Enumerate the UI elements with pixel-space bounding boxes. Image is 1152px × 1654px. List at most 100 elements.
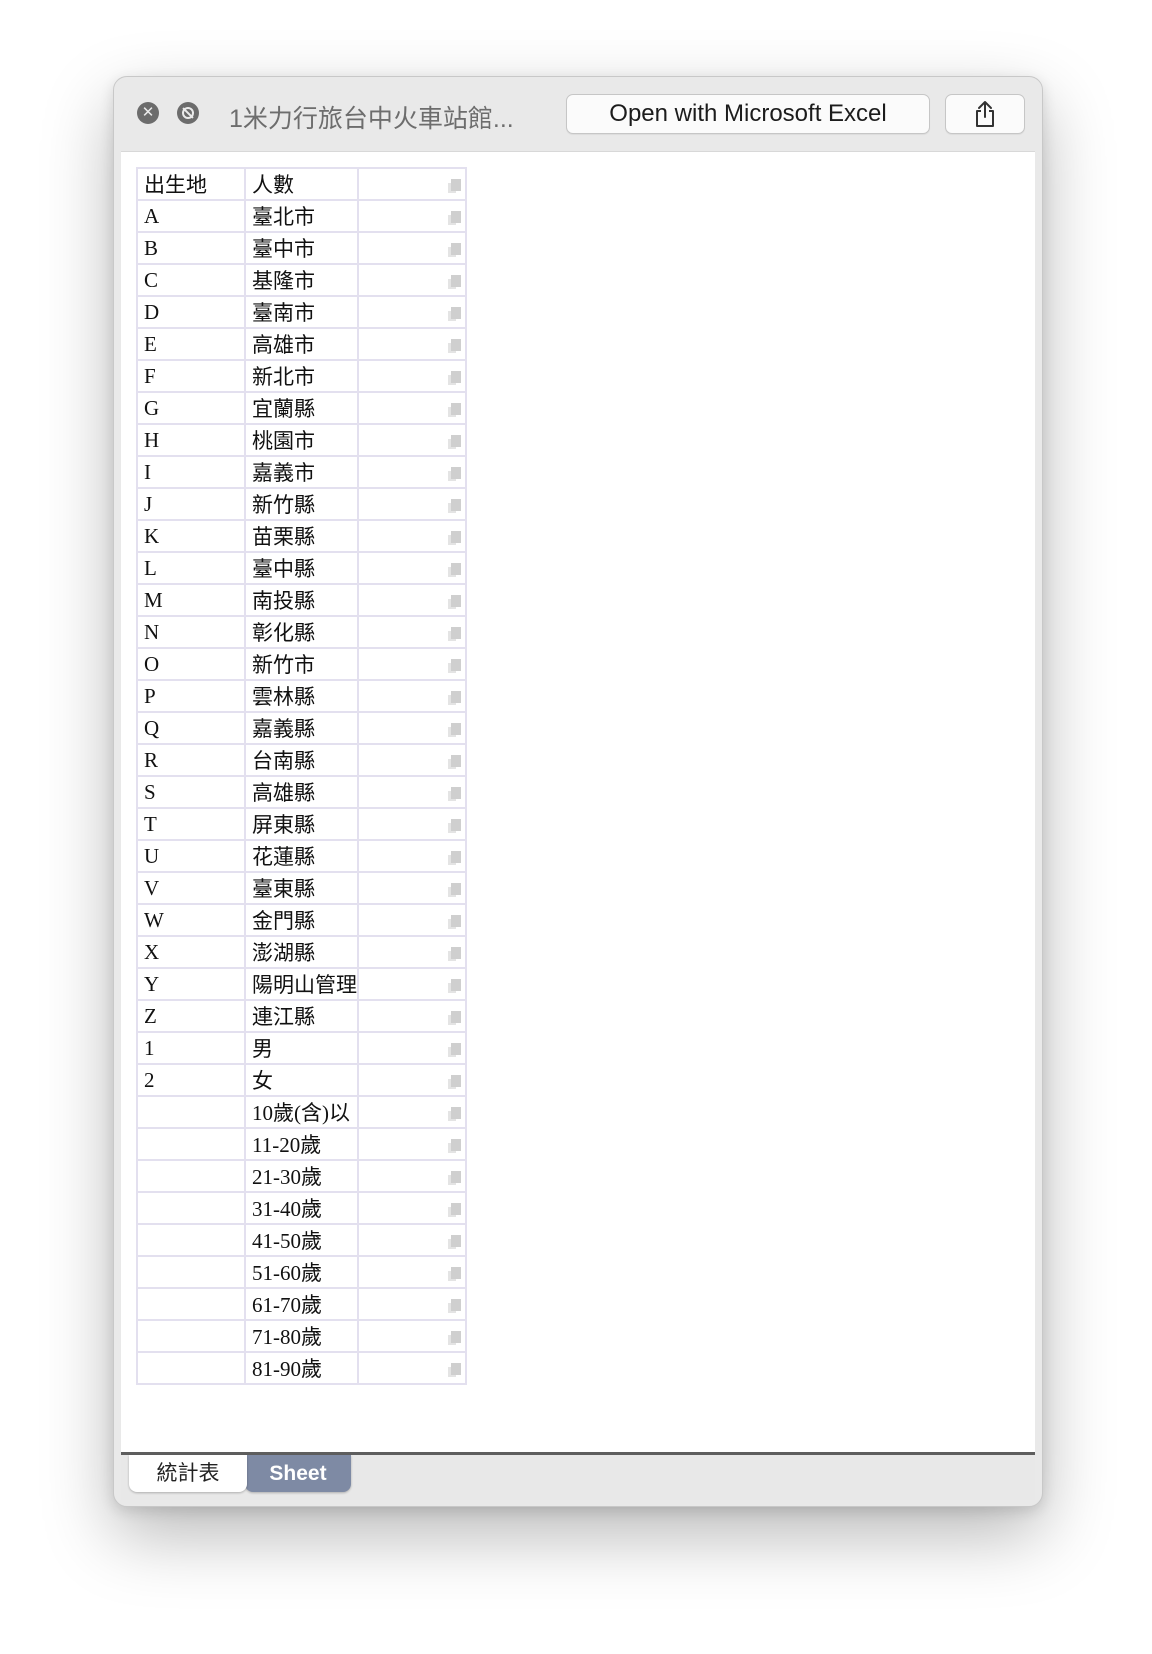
code-cell[interactable]: E xyxy=(136,327,246,361)
value-cell[interactable] xyxy=(357,807,467,841)
header-cell-blank[interactable] xyxy=(357,167,467,201)
value-cell[interactable] xyxy=(357,295,467,329)
name-cell[interactable]: 陽明山管理 xyxy=(244,967,359,1001)
code-cell[interactable] xyxy=(136,1159,246,1193)
code-cell[interactable]: U xyxy=(136,839,246,873)
name-cell[interactable]: 屏東縣 xyxy=(244,807,359,841)
name-cell[interactable]: 新竹市 xyxy=(244,647,359,681)
header-cell-count[interactable]: 人數 xyxy=(244,167,359,201)
code-cell[interactable] xyxy=(136,1351,246,1385)
name-cell[interactable]: 連江縣 xyxy=(244,999,359,1033)
code-cell[interactable]: S xyxy=(136,775,246,809)
value-cell[interactable] xyxy=(357,1095,467,1129)
code-cell[interactable]: X xyxy=(136,935,246,969)
value-cell[interactable] xyxy=(357,1287,467,1321)
value-cell[interactable] xyxy=(357,359,467,393)
value-cell[interactable] xyxy=(357,1063,467,1097)
name-cell[interactable]: 金門縣 xyxy=(244,903,359,937)
code-cell[interactable]: B xyxy=(136,231,246,265)
code-cell[interactable]: F xyxy=(136,359,246,393)
code-cell[interactable]: W xyxy=(136,903,246,937)
name-cell[interactable]: 31-40歲 xyxy=(244,1191,359,1225)
code-cell[interactable] xyxy=(136,1095,246,1129)
name-cell[interactable]: 臺北市 xyxy=(244,199,359,233)
code-cell[interactable] xyxy=(136,1191,246,1225)
code-cell[interactable]: K xyxy=(136,519,246,553)
code-cell[interactable]: V xyxy=(136,871,246,905)
value-cell[interactable] xyxy=(357,519,467,553)
code-cell[interactable] xyxy=(136,1127,246,1161)
value-cell[interactable] xyxy=(357,615,467,649)
value-cell[interactable] xyxy=(357,999,467,1033)
name-cell[interactable]: 新北市 xyxy=(244,359,359,393)
code-cell[interactable]: 1 xyxy=(136,1031,246,1065)
value-cell[interactable] xyxy=(357,327,467,361)
value-cell[interactable] xyxy=(357,1159,467,1193)
name-cell[interactable]: 苗栗縣 xyxy=(244,519,359,553)
code-cell[interactable]: T xyxy=(136,807,246,841)
code-cell[interactable]: A xyxy=(136,199,246,233)
code-cell[interactable] xyxy=(136,1223,246,1257)
value-cell[interactable] xyxy=(357,647,467,681)
code-cell[interactable]: J xyxy=(136,487,246,521)
name-cell[interactable]: 嘉義市 xyxy=(244,455,359,489)
code-cell[interactable]: Z xyxy=(136,999,246,1033)
name-cell[interactable]: 彰化縣 xyxy=(244,615,359,649)
sheet-tab-sheet[interactable]: Sheet xyxy=(245,1455,351,1492)
code-cell[interactable] xyxy=(136,1255,246,1289)
name-cell[interactable]: 10歲(含)以 xyxy=(244,1095,359,1129)
name-cell[interactable]: 男 xyxy=(244,1031,359,1065)
name-cell[interactable]: 高雄市 xyxy=(244,327,359,361)
name-cell[interactable]: 花蓮縣 xyxy=(244,839,359,873)
value-cell[interactable] xyxy=(357,1031,467,1065)
value-cell[interactable] xyxy=(357,935,467,969)
value-cell[interactable] xyxy=(357,583,467,617)
sheet-tab-統計表[interactable]: 統計表 xyxy=(129,1455,247,1492)
name-cell[interactable]: 南投縣 xyxy=(244,583,359,617)
name-cell[interactable]: 高雄縣 xyxy=(244,775,359,809)
code-cell[interactable]: Y xyxy=(136,967,246,1001)
name-cell[interactable]: 澎湖縣 xyxy=(244,935,359,969)
header-cell-birthplace[interactable]: 出生地 xyxy=(136,167,246,201)
value-cell[interactable] xyxy=(357,839,467,873)
name-cell[interactable]: 臺南市 xyxy=(244,295,359,329)
value-cell[interactable] xyxy=(357,1319,467,1353)
value-cell[interactable] xyxy=(357,199,467,233)
name-cell[interactable]: 雲林縣 xyxy=(244,679,359,713)
open-with-excel-button[interactable]: Open with Microsoft Excel xyxy=(566,94,930,134)
code-cell[interactable]: 2 xyxy=(136,1063,246,1097)
name-cell[interactable]: 41-50歲 xyxy=(244,1223,359,1257)
code-cell[interactable]: C xyxy=(136,263,246,297)
value-cell[interactable] xyxy=(357,231,467,265)
value-cell[interactable] xyxy=(357,1223,467,1257)
name-cell[interactable]: 桃園市 xyxy=(244,423,359,457)
name-cell[interactable]: 宜蘭縣 xyxy=(244,391,359,425)
value-cell[interactable] xyxy=(357,1127,467,1161)
name-cell[interactable]: 臺中縣 xyxy=(244,551,359,585)
code-cell[interactable]: I xyxy=(136,455,246,489)
value-cell[interactable] xyxy=(357,391,467,425)
name-cell[interactable]: 基隆市 xyxy=(244,263,359,297)
code-cell[interactable]: N xyxy=(136,615,246,649)
value-cell[interactable] xyxy=(357,455,467,489)
value-cell[interactable] xyxy=(357,679,467,713)
value-cell[interactable] xyxy=(357,487,467,521)
spreadsheet-preview[interactable]: 出生地 人數 A 臺北市 B 臺中市 C 基隆市 D 臺南市 E 高雄市 F 新北市 G 宜蘭縣 H 桃園市 I 嘉義… xyxy=(121,151,1035,1453)
code-cell[interactable]: L xyxy=(136,551,246,585)
code-cell[interactable]: M xyxy=(136,583,246,617)
value-cell[interactable] xyxy=(357,1351,467,1385)
code-cell[interactable] xyxy=(136,1287,246,1321)
name-cell[interactable]: 女 xyxy=(244,1063,359,1097)
no-entry-icon[interactable] xyxy=(177,102,199,124)
value-cell[interactable] xyxy=(357,1255,467,1289)
code-cell[interactable]: H xyxy=(136,423,246,457)
value-cell[interactable] xyxy=(357,871,467,905)
name-cell[interactable]: 11-20歲 xyxy=(244,1127,359,1161)
value-cell[interactable] xyxy=(357,1191,467,1225)
share-button[interactable] xyxy=(945,94,1025,134)
value-cell[interactable] xyxy=(357,775,467,809)
code-cell[interactable]: G xyxy=(136,391,246,425)
code-cell[interactable]: Q xyxy=(136,711,246,745)
code-cell[interactable]: R xyxy=(136,743,246,777)
close-icon[interactable]: ✕ xyxy=(137,102,159,124)
